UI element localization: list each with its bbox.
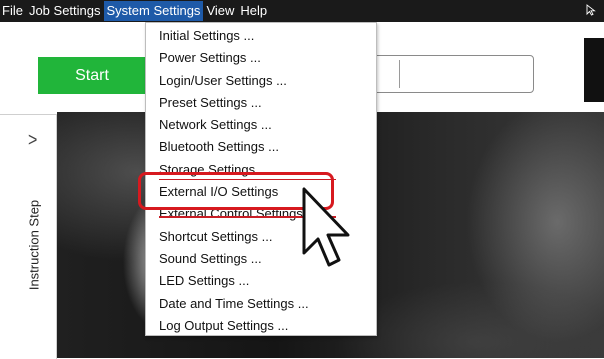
instruction-step-label: Instruction Step xyxy=(26,199,42,291)
menu-item-power-settings[interactable]: Power Settings ... xyxy=(146,47,376,69)
chevron-right-icon[interactable]: > xyxy=(28,130,37,152)
menu-help[interactable]: Help xyxy=(237,1,270,21)
instruction-step-tab[interactable]: > Instruction Step xyxy=(0,114,57,359)
menu-job-settings[interactable]: Job Settings xyxy=(26,1,104,21)
menu-file[interactable]: File xyxy=(0,1,26,21)
menu-item-led-settings[interactable]: LED Settings ... xyxy=(146,270,376,292)
arrow-cursor-icon xyxy=(586,4,596,16)
field-divider xyxy=(399,60,400,88)
input-field[interactable] xyxy=(360,55,534,93)
menu-item-initial-settings[interactable]: Initial Settings ... xyxy=(146,25,376,47)
menu-bar: File Job Settings System Settings View H… xyxy=(0,0,604,22)
menu-item-network-settings[interactable]: Network Settings ... xyxy=(146,114,376,136)
dark-panel xyxy=(584,38,604,102)
menu-item-bluetooth-settings[interactable]: Bluetooth Settings ... xyxy=(146,136,376,158)
hand-pointer-icon xyxy=(302,187,350,267)
menu-item-date-time-settings[interactable]: Date and Time Settings ... xyxy=(146,293,376,315)
menu-system-settings[interactable]: System Settings xyxy=(103,1,204,21)
menu-item-login-user-settings[interactable]: Login/User Settings ... xyxy=(146,70,376,92)
menu-item-preset-settings[interactable]: Preset Settings ... xyxy=(146,92,376,114)
menu-view[interactable]: View xyxy=(203,1,237,21)
menu-item-log-output-settings[interactable]: Log Output Settings ... xyxy=(146,315,376,337)
start-button[interactable]: Start xyxy=(38,57,146,94)
